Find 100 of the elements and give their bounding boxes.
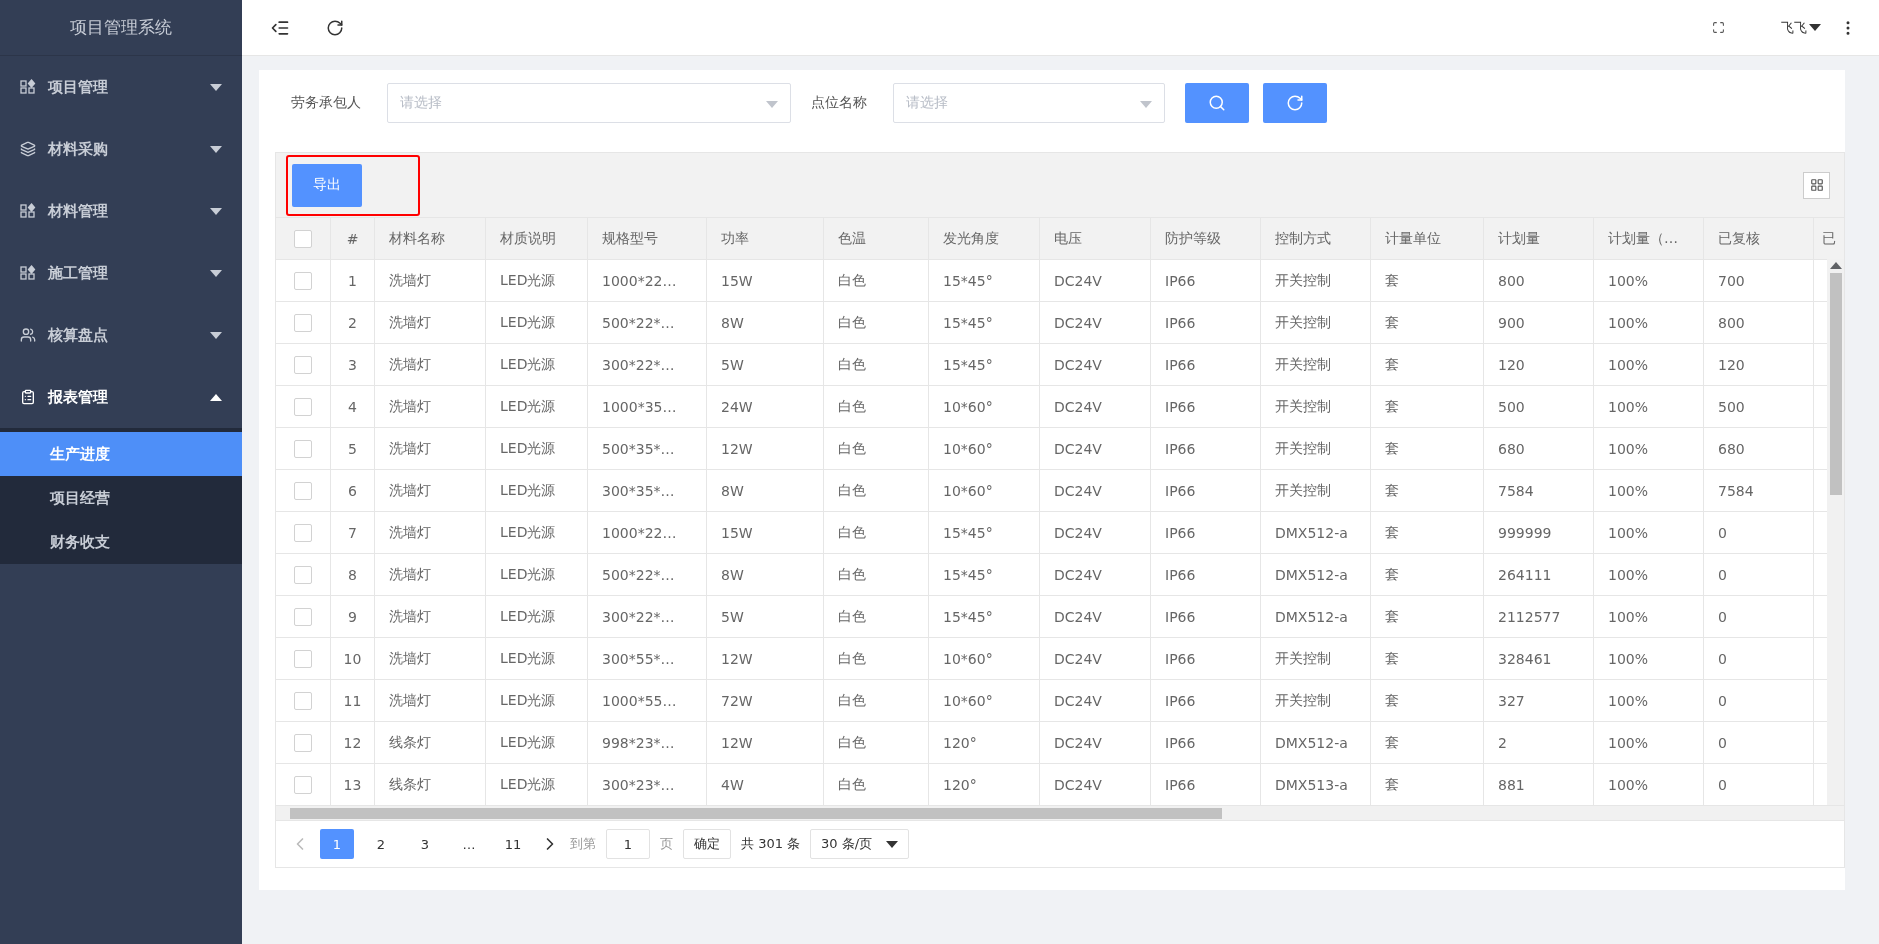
table-cell: 100% [1608,608,1649,625]
table-cell: 3 [348,356,357,373]
table-cell: 11 [343,692,362,709]
table-cell: DMX512-a [1275,608,1348,625]
user-menu[interactable]: 飞飞 [1781,18,1821,37]
checkbox[interactable] [294,733,312,752]
checkbox[interactable] [294,481,312,500]
table-cell: 12W [721,440,753,457]
layers-icon [20,141,36,157]
table-cell: 300*35*… [602,482,675,499]
menu-item[interactable]: 项目管理 [0,56,242,118]
reset-button[interactable] [1263,83,1327,123]
table-cell: 100% [1608,776,1649,793]
checkbox[interactable] [294,313,312,332]
table-cell: 100% [1608,524,1649,541]
menu-item[interactable]: 施工管理 [0,242,242,304]
table-cell: 洗墙灯 [389,691,431,710]
table-cell: DMX512-a [1275,524,1348,541]
table-cell: 500 [1498,398,1525,415]
checkbox[interactable] [294,775,312,794]
column-header: 色温 [838,229,866,248]
table-cell: 328461 [1498,650,1552,667]
table-cell: 白色 [838,355,866,374]
page-input[interactable]: 1 [606,829,650,859]
total-count: 共 301 条 [741,835,801,853]
table-cell: 洗墙灯 [389,397,431,416]
table-cell: 开关控制 [1275,481,1331,500]
table-cell: 120° [943,734,977,751]
table-cell: 900 [1498,314,1525,331]
table-cell: 2 [1498,734,1507,751]
column-header: 计划量 [1498,229,1540,248]
table-cell: DC24V [1054,608,1102,625]
table-cell: 开关控制 [1275,313,1331,332]
table-cell: 100% [1608,314,1649,331]
page-size-select[interactable]: 30 条/页 [810,829,910,859]
checkbox[interactable] [294,691,312,710]
table-cell: 白色 [838,397,866,416]
table-cell: IP66 [1165,272,1196,289]
table-cell: 8W [721,566,744,583]
table-cell: 白色 [838,523,866,542]
table-cell: 5W [721,608,744,625]
checkbox[interactable] [294,397,312,416]
scroll-up-icon [1829,262,1842,269]
search-button[interactable] [1185,83,1249,123]
table-cell: 12 [343,734,362,751]
refresh-icon[interactable] [326,18,344,37]
table-cell: 4 [348,398,357,415]
page-button[interactable]: 3 [408,829,442,859]
table-cell: 12W [721,650,753,667]
table-cell: 开关控制 [1275,397,1331,416]
checkbox[interactable] [294,229,312,248]
table-cell: 15W [721,524,753,541]
column-header: 功率 [721,229,749,248]
menu-item[interactable]: 材料采购 [0,118,242,180]
table-cell: 开关控制 [1275,691,1331,710]
table-cell: DC24V [1054,314,1102,331]
page-button[interactable]: 2 [364,829,398,859]
table-cell: LED光源 [500,607,556,626]
menu-item[interactable]: 核算盘点 [0,304,242,366]
table-cell: DC24V [1054,650,1102,667]
table-cell: 15*45° [943,566,993,583]
table-cell: IP66 [1165,440,1196,457]
menu-item[interactable]: 报表管理 [0,366,242,428]
page-button[interactable]: 11 [496,829,530,859]
caret-down-icon [210,83,222,91]
submenu-item[interactable]: 财务收支 [0,520,242,564]
table-cell: 套 [1385,691,1399,710]
table-cell: LED光源 [500,313,556,332]
user-icon [20,327,36,343]
checkbox[interactable] [294,439,312,458]
submenu-item[interactable]: 项目经营 [0,476,242,520]
checkbox[interactable] [294,271,312,290]
table-cell: 300*22*… [602,356,675,373]
fullscreen-icon[interactable] [1712,21,1725,34]
table-cell: DC24V [1054,482,1102,499]
page-button[interactable]: … [452,829,486,859]
horizontal-scrollbar[interactable] [276,805,1844,820]
checkbox[interactable] [294,649,312,668]
table-cell: 1000*22… [602,524,677,541]
table-cell: 套 [1385,271,1399,290]
table-cell: DMX512-a [1275,734,1348,751]
checkbox[interactable] [294,607,312,626]
table-cell: 120 [1718,356,1745,373]
table-cell: 10*60° [943,398,993,415]
table-cell: 10*60° [943,440,993,457]
table-cell: 700 [1718,272,1745,289]
goto-label: 到第 [570,835,596,853]
table-cell: 8W [721,314,744,331]
checkbox[interactable] [294,523,312,542]
checkbox[interactable] [294,565,312,584]
table-cell: 15*45° [943,608,993,625]
caret-up-icon [210,393,222,401]
table-cell: IP66 [1165,734,1196,751]
confirm-button[interactable]: 确定 [683,829,731,859]
checkbox[interactable] [294,355,312,374]
table-cell: 15*45° [943,356,993,373]
grid-icon [1809,178,1824,192]
columns-button[interactable] [1803,171,1830,199]
menu-item[interactable]: 材料管理 [0,180,242,242]
vertical-scrollbar[interactable] [1827,259,1844,805]
